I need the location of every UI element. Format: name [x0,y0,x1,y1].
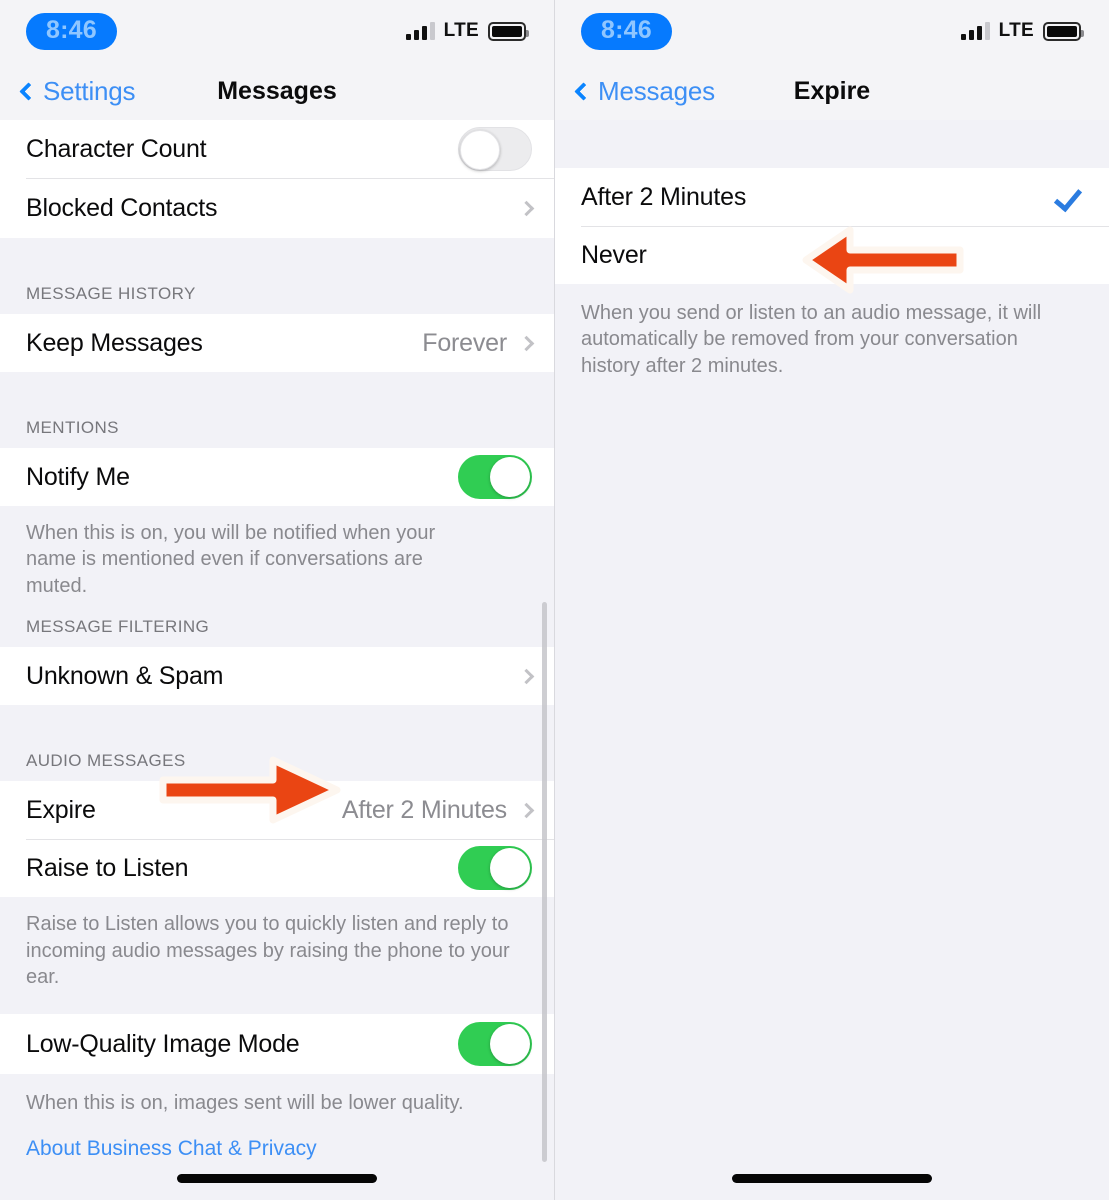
row-blocked-contacts[interactable]: Blocked Contacts [0,178,554,238]
battery-icon [488,21,529,41]
row-value: After 2 Minutes [341,795,507,824]
chevron-right-icon [518,335,535,351]
status-time-pill: 8:46 [581,12,672,50]
carrier-label: LTE [443,20,479,41]
back-button-label: Messages [598,75,715,106]
row-label: Character Count [26,134,207,163]
vertical-scrollbar[interactable] [542,602,547,1162]
section-gap [0,705,554,752]
row-notify-me[interactable]: Notify Me [0,448,554,506]
left-phone-screen: 8:46 LTE Settings Messages Character Cou… [0,0,555,1200]
checkmark-icon [1053,182,1083,212]
toggle-character-count[interactable] [458,127,532,171]
row-label: Expire [26,795,96,824]
status-indicators: LTE [405,20,529,42]
status-bar-left: 8:46 LTE [0,0,554,62]
expire-options-list: After 2 Minutes Never When you send or l… [555,120,1109,400]
signal-bars-icon [405,22,435,40]
back-button-settings[interactable]: Settings [18,75,136,107]
section-gap [0,372,554,418]
row-label: Low-Quality Image Mode [26,1029,300,1058]
section-gap [0,238,554,284]
dual-screenshot-container: 8:46 LTE Settings Messages Character Cou… [0,0,1109,1200]
status-indicators: LTE [960,20,1084,42]
settings-list-left: Character Count Blocked Contacts MESSAGE… [0,120,554,1171]
chevron-right-icon [518,668,535,684]
chevron-right-icon [518,200,535,216]
battery-icon [1043,21,1084,41]
section-gap [555,120,1109,168]
row-value: Forever [422,328,507,357]
row-keep-messages[interactable]: Keep Messages Forever [0,314,554,372]
section-header-mentions: MENTIONS [0,418,554,448]
footnote-low-quality: When this is on, images sent will be low… [0,1074,554,1123]
row-label: Notify Me [26,462,130,491]
row-low-quality-image-mode[interactable]: Low-Quality Image Mode [0,1014,554,1075]
row-label: Keep Messages [26,328,203,357]
row-expire[interactable]: Expire After 2 Minutes [0,781,554,840]
nav-bar-left: Settings Messages [0,62,554,120]
row-raise-to-listen[interactable]: Raise to Listen [0,839,554,898]
back-button-messages[interactable]: Messages [573,76,715,107]
option-label: After 2 Minutes [581,182,747,211]
home-indicator-right [732,1174,932,1183]
back-button-label: Settings [43,75,136,106]
link-about-business-chat-privacy[interactable]: About Business Chat & Privacy [0,1122,554,1171]
row-label: Unknown & Spam [26,661,224,690]
toggle-raise-to-listen[interactable] [458,846,532,891]
status-bar-right: 8:46 LTE [555,0,1109,62]
chevron-right-icon [518,802,535,818]
section-header-message-filtering: MESSAGE FILTERING [0,617,554,648]
row-character-count[interactable]: Character Count [0,120,554,178]
right-phone-screen: 8:46 LTE Messages Expire After 2 Minutes… [555,0,1109,1200]
row-label: Blocked Contacts [26,193,218,222]
row-label: Raise to Listen [26,853,189,882]
chevron-left-icon [574,81,593,101]
nav-bar-right: Messages Expire [555,62,1109,120]
carrier-label: LTE [998,20,1034,41]
home-indicator-left [177,1174,377,1183]
option-label: Never [581,240,647,269]
chevron-left-icon [19,81,38,101]
option-never[interactable]: Never [555,226,1109,284]
section-header-message-history: MESSAGE HISTORY [0,284,554,314]
footnote-raise-to-listen: Raise to Listen allows you to quickly li… [0,897,554,1015]
option-after-2-minutes[interactable]: After 2 Minutes [555,168,1109,226]
signal-bars-icon [960,22,990,40]
section-header-audio-messages: AUDIO MESSAGES [0,751,554,782]
toggle-notify-me[interactable] [458,455,532,499]
status-time-pill: 8:46 [26,12,117,50]
footnote-expire: When you send or listen to an audio mess… [555,284,1109,400]
row-unknown-and-spam[interactable]: Unknown & Spam [0,647,554,706]
toggle-low-quality-image-mode[interactable] [458,1022,532,1067]
footnote-mentions: When this is on, you will be notified wh… [0,506,554,618]
